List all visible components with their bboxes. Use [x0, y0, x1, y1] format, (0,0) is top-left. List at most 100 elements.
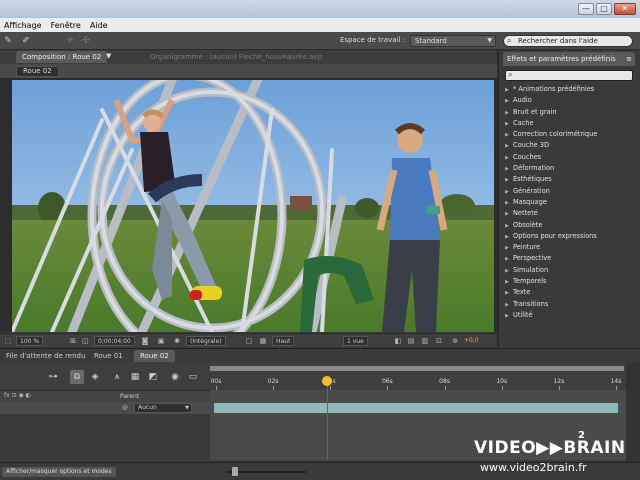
effects-item[interactable]: ▶ Obsolète	[505, 220, 635, 231]
tab-render-queue[interactable]: File d'attente de rendu	[0, 350, 91, 362]
menu-aide[interactable]: Aide	[90, 21, 108, 30]
help-search-text: Rechercher dans l'aide	[518, 37, 598, 45]
reset-exposure-icon[interactable]: ✲	[450, 336, 460, 346]
effects-item[interactable]: ▶ Couche 3D	[505, 140, 635, 151]
menu-affichage[interactable]: Affichage	[4, 21, 42, 30]
effects-item[interactable]: ▶ Texte	[505, 287, 635, 298]
av-switches-icon[interactable]: fx ⊡ ◉ ◐	[4, 392, 31, 399]
workspace-value: Standard	[415, 37, 447, 45]
pin-tool-icon[interactable]: ✛	[64, 35, 76, 47]
triangle-right-icon: ▶	[505, 98, 509, 105]
effects-search-input[interactable]: ⌕	[505, 70, 633, 81]
brainstorm-icon[interactable]: ◉	[168, 370, 182, 384]
effects-item[interactable]: ▶ Options pour expressions	[505, 231, 635, 242]
effects-item[interactable]: ▶ Esthétiques	[505, 174, 635, 185]
ruler-tick-label: 14s	[610, 378, 622, 385]
layer-row[interactable]: @ Aucun ▼	[0, 402, 210, 414]
tools-toolbar: ✎ ✐ ✛ ✣ Espace de travail : Standard ▼ ⌕…	[0, 32, 640, 50]
3d-draft-icon[interactable]: ◈	[88, 370, 102, 384]
puppet-tool-icon[interactable]: ✣	[80, 35, 92, 47]
effects-item[interactable]: ▶ Masquage	[505, 197, 635, 208]
region-icon[interactable]: ⬚	[3, 336, 13, 346]
effects-item[interactable]: ▶ Netteté	[505, 208, 635, 219]
chevron-down-icon[interactable]: ▼	[106, 52, 116, 62]
after-effects-window: — □ ✕ Affichage Fenêtre Aide ✎ ✐ ✛ ✣ Esp…	[0, 0, 640, 480]
watermark-sup: 2	[578, 430, 585, 441]
effects-item[interactable]: ▶ Transitions	[505, 299, 635, 310]
zoom-slider-knob[interactable]	[232, 467, 238, 476]
maximize-button[interactable]: □	[596, 3, 612, 15]
fast-preview-icon[interactable]: ▤	[406, 336, 416, 346]
flowchart-info: Organigramme : (aucun) Fleche_nouveaurèe…	[150, 53, 323, 61]
tab-roue-02[interactable]: Roue 02	[134, 350, 175, 362]
playhead-handle[interactable]	[322, 376, 332, 386]
mask-icon[interactable]: ◫	[80, 336, 90, 346]
effects-item[interactable]: ▶ Cache	[505, 118, 635, 129]
composition-subtab[interactable]: Roue 02	[16, 66, 59, 77]
composition-tab[interactable]: Composition : Roue 02	[16, 51, 108, 63]
triangle-right-icon: ▶	[505, 211, 509, 218]
brush-tool-icon[interactable]: ✐	[20, 35, 32, 47]
effects-item[interactable]: ▶ * Animations prédéfinies	[505, 84, 635, 95]
title-bar: — □ ✕	[0, 0, 640, 18]
work-area-bar[interactable]	[210, 366, 624, 371]
help-search-input[interactable]: ⌕ Rechercher dans l'aide	[503, 35, 633, 47]
menu-fenetre[interactable]: Fenêtre	[51, 21, 81, 30]
resolution-select[interactable]: (Intégrale)	[186, 336, 226, 346]
safe-margins-icon[interactable]: ⊞	[68, 336, 78, 346]
zoom-select[interactable]: 100 %	[16, 336, 44, 346]
effects-item[interactable]: ▶ Génération	[505, 186, 635, 197]
workspace-select[interactable]: Standard ▼	[410, 35, 496, 47]
zoom-slider[interactable]	[226, 471, 306, 473]
composition-subtab-bar: Roue 02	[0, 64, 497, 78]
views-layout-select[interactable]: 1 vue	[343, 336, 368, 346]
parent-select[interactable]: Aucun ▼	[134, 403, 192, 413]
pen-tool-icon[interactable]: ✎	[2, 35, 14, 47]
graph-editor-icon[interactable]: ▭	[186, 370, 200, 384]
playhead-line	[327, 386, 328, 460]
timecode-field[interactable]: 0;00;04;00	[94, 336, 135, 346]
effects-item[interactable]: ▶ Couches	[505, 152, 635, 163]
shy-layers-icon[interactable]: ⩚	[110, 370, 124, 384]
toggle-pixel-icon[interactable]: ◧	[393, 336, 403, 346]
roi-icon[interactable]: ▢	[244, 336, 254, 346]
pickwhip-icon[interactable]: @	[122, 404, 128, 411]
timeline-switch-icon[interactable]: ⊶	[46, 370, 60, 384]
flowchart-icon[interactable]: ⊡	[434, 336, 444, 346]
ruler-tick-label: 10s	[496, 378, 508, 385]
effects-item[interactable]: ▶ Déformation	[505, 163, 635, 174]
composition-viewer[interactable]	[12, 80, 494, 332]
channel-icon[interactable]: ✺	[172, 336, 182, 346]
effects-item[interactable]: ▶ Simulation	[505, 265, 635, 276]
effects-item[interactable]: ▶ Temporels	[505, 276, 635, 287]
show-snapshot-icon[interactable]: ▣	[156, 336, 166, 346]
search-icon: ⌕	[508, 70, 513, 79]
video2brain-watermark: VIDEO▶▶BRAIN 2 www.video2brain.fr	[474, 424, 640, 476]
exposure-value[interactable]: +0,0	[464, 336, 479, 346]
effects-item[interactable]: ▶ Perspective	[505, 253, 635, 264]
effects-item[interactable]: ▶ Audio	[505, 95, 635, 106]
composition-mini-flowchart-icon[interactable]: ⧉	[70, 370, 84, 384]
view-select[interactable]: Haut	[272, 336, 295, 346]
snapshot-icon[interactable]: ◙	[140, 336, 150, 346]
effects-item[interactable]: ▶ Bruit et grain	[505, 107, 635, 118]
effects-item[interactable]: ▶ Utilité	[505, 310, 635, 321]
panel-menu-icon[interactable]: ≡	[626, 52, 632, 66]
transparency-grid-icon[interactable]: ▦	[258, 336, 268, 346]
tab-roue-01[interactable]: Roue 01	[88, 350, 129, 362]
ruler-tick-label: 06s	[382, 378, 393, 385]
effects-tab[interactable]: Effets et paramètres prédéfinis ≡	[503, 52, 635, 66]
motion-blur-icon[interactable]: ◩	[146, 370, 160, 384]
timeline-toolbar: ⊶ ⧉ ◈ ⩚ ▦ ◩ ◉ ▭	[0, 362, 210, 390]
video-frame-image	[12, 80, 494, 332]
effects-presets-panel: Effets et paramètres prédéfinis ≡ ⌕ ▶ * A…	[497, 50, 640, 347]
frame-blending-icon[interactable]: ▦	[128, 370, 142, 384]
layer-duration-bar[interactable]	[214, 403, 618, 413]
minimize-button[interactable]: —	[578, 3, 594, 15]
effects-item[interactable]: ▶ Peinture	[505, 242, 635, 253]
timeline-icon[interactable]: ▥	[420, 336, 430, 346]
close-button[interactable]: ✕	[614, 3, 636, 15]
effects-item[interactable]: ▶ Correction colorimétrique	[505, 129, 635, 140]
triangle-right-icon: ▶	[505, 177, 509, 184]
toggle-switches-modes-button[interactable]: Afficher/masquer options et modes	[2, 467, 116, 477]
